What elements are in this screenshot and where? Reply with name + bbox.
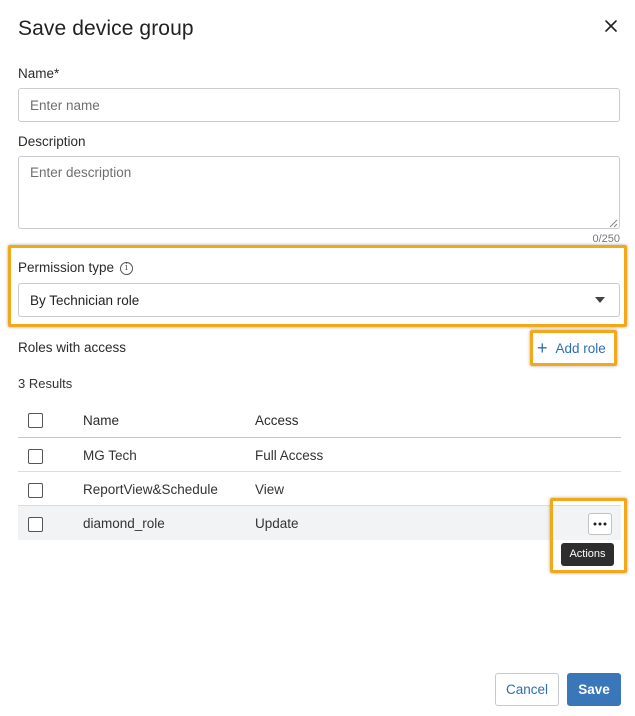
- description-char-counter: 0/250: [592, 233, 620, 245]
- role-access: View: [255, 482, 285, 497]
- dialog-title: Save device group: [18, 17, 194, 40]
- role-access: Full Access: [255, 448, 324, 463]
- row-checkbox[interactable]: [28, 517, 43, 532]
- column-header-access[interactable]: Access: [255, 413, 299, 428]
- name-label: Name*: [18, 66, 60, 81]
- roles-with-access-label: Roles with access: [18, 340, 127, 355]
- description-label: Description: [18, 134, 86, 149]
- row-actions-button[interactable]: [588, 513, 612, 535]
- role-name: diamond_role: [83, 516, 165, 531]
- table-row[interactable]: ReportView&Schedule View: [18, 472, 621, 506]
- add-role-label: Add role: [555, 340, 606, 356]
- role-access: Update: [255, 516, 299, 531]
- name-input[interactable]: [18, 88, 620, 122]
- row-checkbox[interactable]: [28, 449, 43, 464]
- actions-tooltip: Actions: [561, 543, 614, 566]
- select-all-checkbox[interactable]: [28, 413, 43, 428]
- table-row[interactable]: diamond_role Update: [18, 506, 621, 540]
- plus-icon: +: [537, 338, 548, 358]
- results-count: 3 Results: [18, 376, 73, 391]
- close-icon[interactable]: [601, 16, 621, 36]
- permission-type-value: By Technician role: [30, 293, 140, 308]
- save-button[interactable]: Save: [567, 673, 621, 706]
- chevron-down-icon: [595, 297, 605, 303]
- column-header-name[interactable]: Name: [83, 413, 119, 428]
- table-row[interactable]: MG Tech Full Access: [18, 438, 621, 472]
- permission-type-label: Permission type: [18, 260, 115, 275]
- role-name: ReportView&Schedule: [83, 482, 218, 497]
- resize-grip-icon[interactable]: [608, 218, 618, 228]
- cancel-button[interactable]: Cancel: [495, 673, 559, 706]
- add-role-button[interactable]: + Add role: [537, 339, 606, 357]
- role-name: MG Tech: [83, 448, 137, 463]
- description-input[interactable]: [18, 156, 620, 229]
- ellipsis-icon: [593, 522, 607, 526]
- row-checkbox[interactable]: [28, 483, 43, 498]
- info-icon[interactable]: i: [120, 262, 133, 275]
- permission-type-select[interactable]: By Technician role: [18, 283, 620, 317]
- roles-table: Name Access MG Tech Full Access ReportVi…: [18, 402, 621, 540]
- table-header-row: Name Access: [18, 402, 621, 438]
